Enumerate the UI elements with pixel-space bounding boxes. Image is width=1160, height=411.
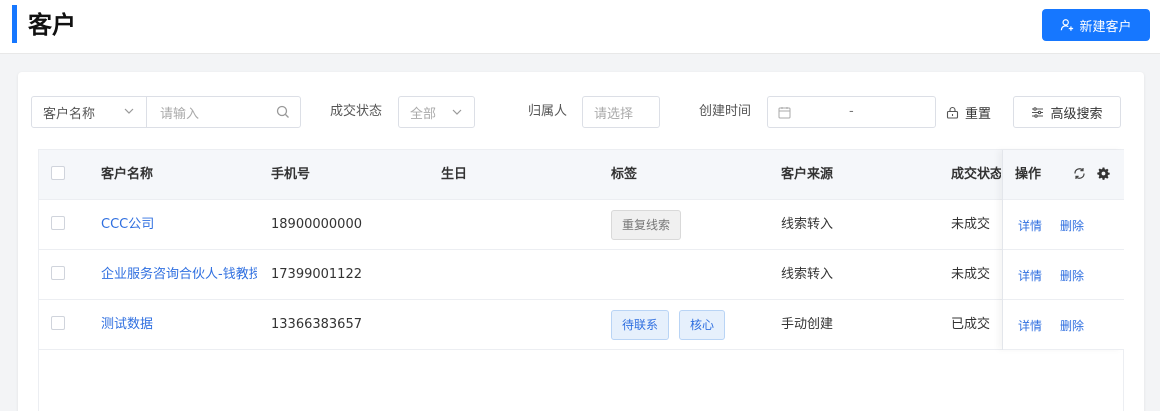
keyword-input[interactable]: 请输入 — [148, 97, 300, 127]
advanced-search-button[interactable]: 高级搜索 — [1013, 96, 1121, 128]
advanced-search-label: 高级搜索 — [1050, 106, 1103, 122]
row-checkbox[interactable] — [51, 316, 65, 330]
new-customer-label: 新建客户 — [1079, 19, 1132, 35]
column-header-phone: 手机号 — [271, 167, 311, 182]
top-bar: 客户 新建客户 — [0, 0, 1160, 54]
customer-table: 客户名称 手机号 生日 标签 客户来源 成交状态 CCC公司 189000000… — [38, 149, 1124, 411]
operations-cell: 详情 删除 — [1003, 300, 1124, 350]
column-header-name: 客户名称 — [101, 167, 154, 182]
owner-select[interactable]: 请选择 — [582, 96, 660, 128]
new-customer-button[interactable]: 新建客户 — [1042, 9, 1150, 41]
select-all-checkbox[interactable] — [51, 166, 65, 180]
tags-cell: 重复线索 — [611, 200, 691, 250]
column-header-source: 客户来源 — [781, 167, 834, 182]
sliders-icon — [1032, 106, 1044, 118]
keyword-placeholder: 请输入 — [160, 106, 200, 122]
operations-header-label: 操作 — [1015, 167, 1042, 182]
calendar-icon — [778, 107, 791, 119]
source-cell: 线索转入 — [781, 217, 834, 232]
phone-cell: 13366383657 — [271, 317, 362, 332]
operations-header: 操作 — [1003, 150, 1124, 200]
title-accent-bar — [12, 5, 17, 43]
customer-name-link[interactable]: 测试数据 — [101, 300, 257, 350]
column-header-status: 成交状态 — [951, 167, 1001, 182]
delete-link[interactable]: 删除 — [1060, 217, 1084, 234]
row-checkbox[interactable] — [51, 266, 65, 280]
tag-badge: 待联系 — [611, 309, 670, 340]
source-cell: 手动创建 — [781, 317, 834, 332]
detail-link[interactable]: 详情 — [1018, 217, 1042, 234]
customer-name-link[interactable]: CCC公司 — [101, 200, 257, 250]
detail-link[interactable]: 详情 — [1018, 267, 1042, 284]
operations-cell: 详情 删除 — [1003, 250, 1124, 300]
user-add-icon — [1061, 19, 1074, 31]
tag-badge: 重复线索 — [611, 209, 682, 240]
search-field-value: 客户名称 — [43, 106, 96, 122]
delete-link[interactable]: 删除 — [1060, 267, 1084, 284]
created-time-label: 创建时间 — [699, 104, 752, 119]
reset-label: 重置 — [965, 106, 992, 122]
table-row: CCC公司 18900000000 重复线索 线索转入 未成交 — [39, 200, 1123, 250]
reset-button[interactable]: 重置 — [946, 96, 991, 128]
gear-icon[interactable] — [1097, 167, 1110, 180]
search-field-select[interactable]: 客户名称 — [32, 97, 147, 127]
customer-name-link[interactable]: 企业服务咨询合伙人-钱教授 — [101, 250, 257, 300]
customer-list-card: 客户名称 请输入 成交状态 全部 归属人 请选择 创建时间 - 重置 高级搜索 … — [18, 72, 1144, 411]
table-row: 测试数据 13366383657 待联系 核心 手动创建 已成交 — [39, 300, 1123, 350]
status-select[interactable]: 全部 — [398, 96, 475, 128]
source-cell: 线索转入 — [781, 267, 834, 282]
search-icon[interactable] — [276, 105, 290, 119]
status-select-value: 全部 — [410, 106, 437, 122]
chevron-down-icon — [124, 108, 134, 114]
page-title: 客户 — [28, 11, 76, 39]
tags-cell: 待联系 核心 — [611, 300, 735, 350]
table-header: 客户名称 手机号 生日 标签 客户来源 成交状态 — [39, 150, 1123, 200]
phone-cell: 17399001122 — [271, 267, 362, 282]
created-date-range[interactable]: - — [767, 96, 936, 128]
column-header-birthday: 生日 — [441, 167, 468, 182]
row-checkbox[interactable] — [51, 216, 65, 230]
tag-badge: 核心 — [679, 309, 726, 340]
keyword-search-group: 客户名称 请输入 — [31, 96, 301, 128]
table-row: 企业服务咨询合伙人-钱教授 17399001122 线索转入 未成交 — [39, 250, 1123, 300]
chevron-down-icon — [452, 109, 462, 115]
operations-column: 操作 详情 删除 详情 删除 详情 删除 — [1002, 150, 1124, 350]
date-range-separator: - — [849, 104, 854, 119]
lock-reset-icon — [946, 106, 959, 119]
column-header-tags: 标签 — [611, 167, 638, 182]
refresh-icon[interactable] — [1073, 167, 1086, 180]
delete-link[interactable]: 删除 — [1060, 317, 1084, 334]
status-filter-label: 成交状态 — [330, 104, 383, 119]
status-cell: 未成交 — [951, 267, 991, 282]
detail-link[interactable]: 详情 — [1018, 317, 1042, 334]
status-cell: 已成交 — [951, 317, 991, 332]
phone-cell: 18900000000 — [271, 217, 362, 232]
owner-placeholder: 请选择 — [594, 106, 634, 122]
owner-filter-label: 归属人 — [528, 104, 568, 119]
operations-cell: 详情 删除 — [1003, 200, 1124, 250]
status-cell: 未成交 — [951, 217, 991, 232]
